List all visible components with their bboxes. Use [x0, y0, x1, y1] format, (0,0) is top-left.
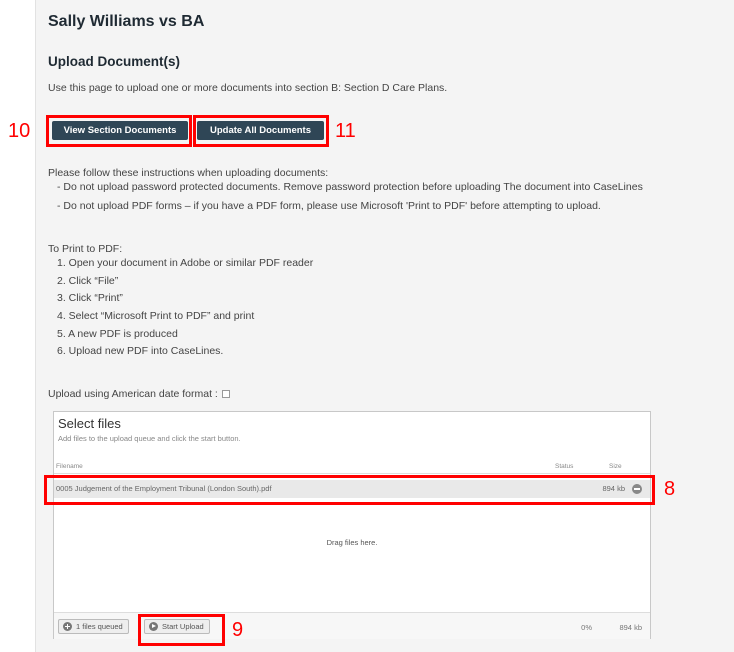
print-step: 1. Open your document in Adobe or simila…	[57, 257, 314, 269]
uploader-subtitle: Add files to the upload queue and click …	[58, 434, 241, 443]
add-files-button[interactable]: 1 files queued	[58, 619, 129, 634]
column-size: Size	[609, 463, 622, 470]
annotation-box-9	[138, 614, 225, 646]
annotation-label-9: 9	[232, 619, 244, 641]
intro-text: Use this page to upload one or more docu…	[48, 82, 448, 94]
instruction-rule: - Do not upload PDF forms – if you have …	[57, 200, 601, 212]
files-queued-label: 1 files queued	[76, 622, 123, 631]
upload-percent: 0%	[581, 623, 592, 632]
date-format-row: Upload using American date format :	[48, 387, 230, 401]
drop-zone[interactable]: Drag files here.	[54, 538, 650, 547]
print-step: 5. A new PDF is produced	[57, 328, 178, 340]
annotation-box-11	[193, 115, 329, 147]
column-status: Status	[555, 463, 574, 470]
print-step: 2. Click “File”	[57, 275, 119, 287]
print-step: 4. Select “Microsoft Print to PDF” and p…	[57, 310, 255, 322]
print-step: 3. Click “Print”	[57, 292, 123, 304]
annotation-box-8	[44, 475, 655, 505]
case-title: Sally Williams vs BA	[48, 13, 205, 30]
american-date-checkbox[interactable]	[221, 390, 230, 399]
annotation-label-10: 10	[8, 120, 31, 142]
instruction-rule: - Do not upload password protected docum…	[57, 181, 643, 193]
add-icon	[63, 622, 72, 631]
annotation-label-11: 11	[335, 120, 356, 142]
page-title: Upload Document(s)	[48, 54, 181, 69]
file-uploader: Select files Add files to the upload que…	[53, 411, 651, 639]
instructions-header: Please follow these instructions when up…	[48, 167, 329, 179]
upload-total-size: 894 kb	[619, 623, 642, 632]
column-filename: Filename	[56, 463, 83, 470]
date-format-label: Upload using American date format :	[48, 388, 218, 400]
annotation-label-8: 8	[664, 478, 676, 500]
file-list-header: Filename Status Size	[54, 460, 650, 474]
print-pdf-header: To Print to PDF:	[48, 243, 123, 255]
uploader-title: Select files	[58, 416, 121, 431]
print-step: 6. Upload new PDF into CaseLines.	[57, 345, 224, 357]
annotation-box-10	[46, 115, 192, 147]
